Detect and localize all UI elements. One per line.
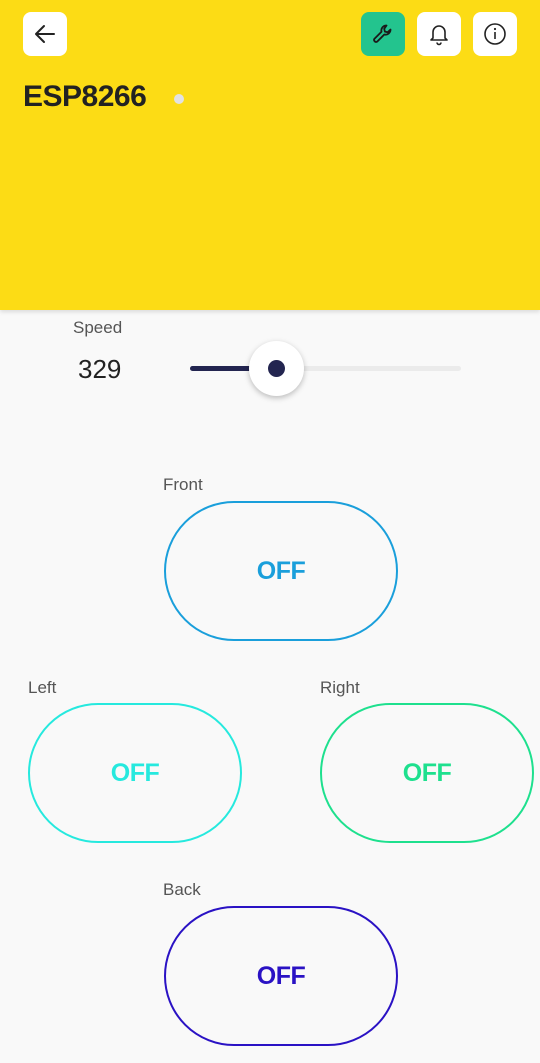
left-button[interactable]: OFF (28, 703, 242, 843)
bell-icon (430, 25, 448, 46)
right-button[interactable]: OFF (320, 703, 534, 843)
speed-label: Speed (73, 318, 123, 337)
speed-slider-handle[interactable] (249, 341, 305, 396)
device-status-indicator (174, 94, 184, 104)
back-direction-button[interactable]: OFF (164, 906, 398, 1046)
left-label: Left (28, 678, 57, 697)
speed-slider-track[interactable] (190, 366, 461, 371)
back-arrow-icon (35, 25, 55, 43)
slider-handle-dot (268, 360, 286, 377)
device-settings-button[interactable] (361, 12, 405, 56)
notifications-button[interactable] (417, 12, 461, 56)
back-label: Back (163, 880, 201, 899)
app-header: ESP8266 (0, 0, 540, 310)
front-label: Front (163, 475, 203, 494)
info-icon (484, 23, 506, 45)
back-button[interactable] (23, 12, 67, 56)
wrench-icon (373, 24, 392, 43)
speed-value: 329 (78, 354, 122, 384)
right-label: Right (320, 678, 360, 697)
front-button[interactable]: OFF (164, 501, 398, 641)
device-title: ESP8266 (23, 80, 147, 113)
info-button[interactable] (473, 12, 517, 56)
